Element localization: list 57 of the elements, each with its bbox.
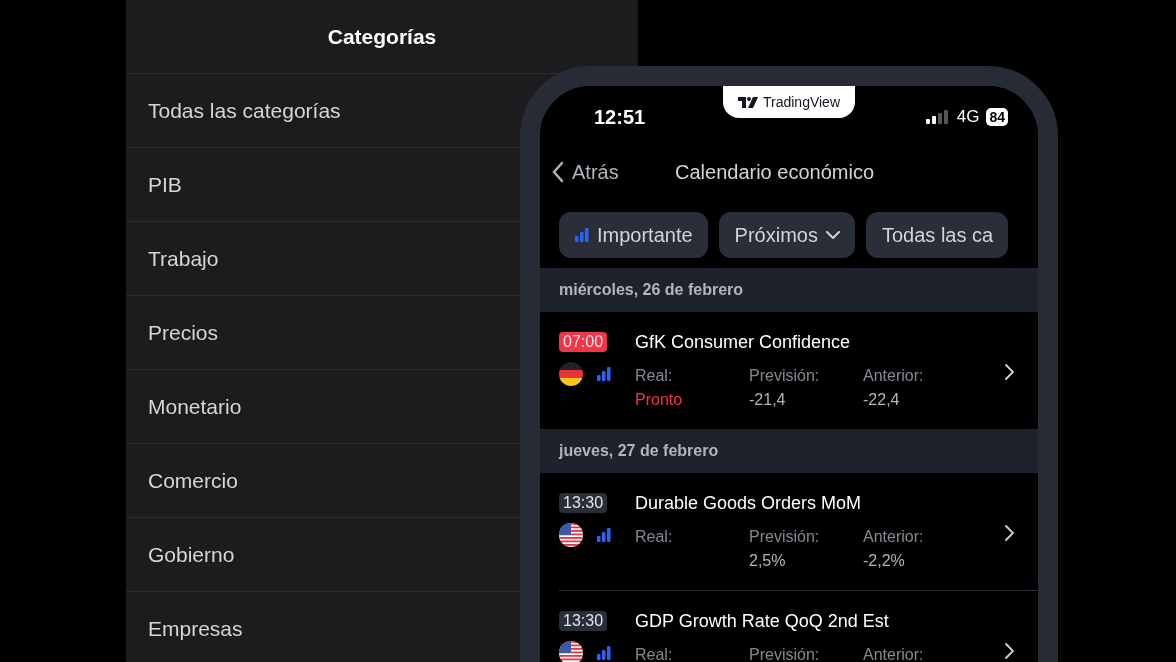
category-item[interactable]: Monetario (148, 394, 242, 419)
filter-chip[interactable]: Próximos (718, 212, 855, 258)
actual-label: Real: (635, 528, 674, 546)
forecast-value: -21,4 (749, 391, 787, 409)
forecast-value: 2,5% (749, 552, 787, 570)
event-title: GDP Growth Rate QoQ 2nd Est (635, 611, 890, 632)
forecast-label: Previsión: (749, 646, 821, 662)
previous-label: Anterior: (863, 646, 925, 662)
importance-icon (597, 367, 611, 381)
panel-title: Categorías (326, 23, 438, 50)
event-row[interactable]: 13:30 Durable Goods Orders MoM Real: Previsión: 2,5% Anterior: -2,2% (540, 473, 1038, 590)
actual-value: Pronto (635, 391, 684, 409)
chevron-right-icon (1005, 643, 1014, 659)
importance-icon (575, 228, 589, 242)
category-item[interactable]: Trabajo (148, 246, 219, 271)
signal-icon (925, 110, 950, 124)
event-title: Durable Goods Orders MoM (635, 493, 863, 514)
previous-label: Anterior: (863, 367, 925, 385)
screen-title: Calendario económico (675, 160, 874, 184)
date-header: miércoles, 26 de febrero (540, 268, 1038, 312)
actual-label: Real: (635, 646, 674, 662)
previous-label: Anterior: (863, 528, 925, 546)
actual-label: Real: (635, 367, 674, 385)
back-chevron-icon (552, 161, 564, 183)
back-link[interactable]: Atrás (552, 160, 675, 184)
filter-chip[interactable]: Todas las ca (865, 212, 1009, 258)
event-row[interactable]: 13:30 GDP Growth Rate QoQ 2nd Est Real: Previsión: Anterior: (540, 591, 1038, 662)
category-item[interactable]: Todas las categorías (148, 98, 341, 123)
importance-icon (597, 646, 611, 660)
previous-value: -2,2% (863, 552, 906, 570)
usa-flag-icon (559, 641, 583, 662)
germany-flag-icon (559, 362, 583, 386)
usa-flag-icon (559, 523, 583, 547)
category-item[interactable]: Empresas (148, 616, 243, 641)
battery-level: 84 (986, 108, 1008, 126)
status-time: 12:51 (594, 105, 646, 129)
forecast-label: Previsión: (749, 367, 821, 385)
chevron-right-icon (1005, 364, 1014, 380)
time-badge: 13:30 (559, 611, 608, 631)
category-item[interactable]: Comercio (148, 468, 238, 493)
caret-icon (825, 231, 840, 239)
time-badge: 07:00 (559, 332, 608, 352)
category-item[interactable]: PIB (148, 172, 182, 197)
network-label: 4G (956, 107, 980, 127)
event-row[interactable]: 07:00 GfK Consumer Confidence Real: Pronto Previsión: -21,4 Anterior: -22,4 (540, 312, 1038, 429)
importance-icon (597, 528, 611, 542)
logo-icon (737, 96, 758, 108)
time-badge: 13:30 (559, 493, 608, 513)
event-title: GfK Consumer Confidence (635, 332, 852, 353)
date-header: jueves, 27 de febrero (540, 429, 1038, 473)
category-item[interactable]: Gobierno (148, 542, 235, 567)
chevron-right-icon (1005, 525, 1014, 541)
category-item[interactable]: Precios (148, 320, 219, 345)
forecast-label: Previsión: (749, 528, 821, 546)
previous-value: -22,4 (863, 391, 901, 409)
brand-name: TradingView (762, 94, 840, 110)
filter-chip[interactable]: Importante (559, 212, 708, 258)
